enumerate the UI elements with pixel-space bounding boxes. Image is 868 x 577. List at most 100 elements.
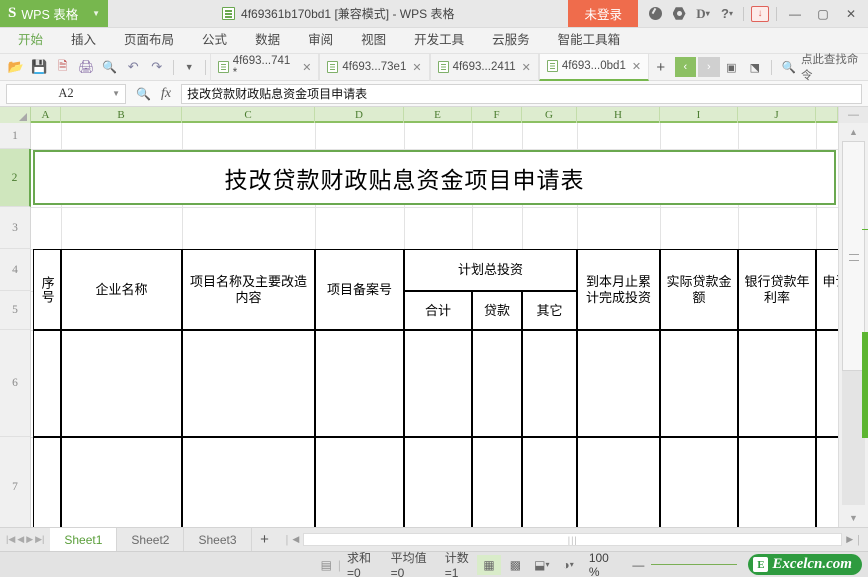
table-row[interactable] — [182, 437, 315, 527]
new-file-tab-button[interactable]: + — [649, 54, 673, 81]
maximize-button[interactable]: ▢ — [810, 0, 836, 28]
table-row[interactable] — [472, 437, 522, 527]
zoom-level[interactable]: 100 % — [583, 551, 626, 577]
column-header-c[interactable]: C — [182, 107, 315, 123]
table-header-actual-loan[interactable]: 实际贷款金额 — [660, 249, 738, 330]
share-icon[interactable]: ⬔ — [743, 55, 767, 79]
column-header-b[interactable]: B — [61, 107, 182, 123]
download-icon[interactable]: ↓ — [749, 0, 771, 28]
login-button[interactable]: 未登录 — [568, 0, 638, 27]
scroll-up-icon[interactable]: ▲ — [839, 123, 868, 141]
zoom-out-button[interactable]: — — [628, 558, 648, 572]
close-icon[interactable]: ✕ — [632, 60, 641, 73]
column-header-g[interactable]: G — [522, 107, 577, 123]
table-row[interactable] — [738, 330, 816, 437]
table-row[interactable] — [472, 330, 522, 437]
table-row[interactable] — [577, 437, 660, 527]
command-search[interactable]: 🔍 点此查找命令 — [782, 51, 868, 83]
ribbon-tab-developer[interactable]: 开发工具 — [400, 26, 478, 53]
page-break-icon[interactable]: ⬓▾ — [530, 555, 553, 575]
row-header-1[interactable]: 1 — [0, 123, 31, 149]
ribbon-tab-home[interactable]: 开始 — [4, 26, 57, 53]
table-row[interactable] — [33, 330, 61, 437]
save-icon[interactable]: 💾 — [28, 55, 52, 79]
file-tab-3[interactable]: 4f693...2411 ✕ — [430, 54, 539, 81]
column-header-d[interactable]: D — [315, 107, 404, 123]
close-button[interactable]: ✕ — [838, 0, 864, 28]
file-tab-4[interactable]: 4f693...0bd1 ✕ — [539, 54, 649, 81]
ribbon-tab-formula[interactable]: 公式 — [188, 26, 241, 53]
row-header-2[interactable]: 2 — [0, 149, 31, 207]
vertical-scrollbar[interactable]: — ▲ ▼ — [838, 107, 868, 527]
ribbon-tab-data[interactable]: 数据 — [241, 26, 294, 53]
sheet-tab-sheet2[interactable]: Sheet2 — [117, 528, 184, 551]
column-header-k[interactable] — [816, 107, 838, 123]
table-header-planned-other[interactable]: 其它 — [522, 291, 577, 330]
table-row[interactable] — [315, 437, 404, 527]
ribbon-tab-cloud[interactable]: 云服务 — [478, 26, 544, 53]
close-icon[interactable]: ✕ — [302, 61, 311, 74]
table-header-planned-sum[interactable]: 合计 — [404, 291, 472, 330]
table-row[interactable] — [61, 330, 182, 437]
customize-dropdown-icon[interactable]: ▼ — [177, 55, 201, 79]
table-row[interactable] — [182, 330, 315, 437]
badge-icon[interactable] — [668, 0, 690, 28]
sheet-title-cell[interactable]: 技改贷款财政贴息资金项目申请表 — [33, 150, 836, 205]
horizontal-scrollbar[interactable]: | ◀ ||| ▶ | — [278, 528, 868, 551]
table-row[interactable] — [404, 330, 472, 437]
table-header-bank-rate[interactable]: 银行贷款年利率 — [738, 249, 816, 330]
tab-next-button[interactable]: › — [698, 57, 720, 77]
reading-mode-icon[interactable]: ◑▾ — [556, 555, 579, 575]
table-row[interactable] — [33, 437, 61, 527]
sheet-tab-sheet3[interactable]: Sheet3 — [184, 528, 251, 551]
export-pdf-icon[interactable]: 🗎 — [51, 55, 75, 79]
scroll-track[interactable] — [842, 141, 865, 505]
page-layout-icon[interactable]: ▩ — [504, 555, 527, 575]
select-all-corner[interactable] — [0, 107, 31, 123]
presentation-icon[interactable]: ▣ — [720, 55, 744, 79]
file-tab-1[interactable]: 4f693...741 * ✕ — [210, 54, 319, 81]
insert-function-icon[interactable]: fx — [161, 86, 171, 102]
row-header-4[interactable]: 4 — [0, 249, 31, 291]
table-row[interactable] — [738, 437, 816, 527]
name-box[interactable]: A2 ▼ — [6, 84, 126, 104]
ribbon-tab-view[interactable]: 视图 — [347, 26, 400, 53]
table-row[interactable] — [404, 437, 472, 527]
table-header-planned-loan[interactable]: 贷款 — [472, 291, 522, 330]
ribbon-tab-review[interactable]: 审阅 — [294, 26, 347, 53]
row-header-3[interactable]: 3 — [0, 207, 31, 249]
last-sheet-icon[interactable]: ▶| — [35, 534, 44, 545]
hscroll-thumb[interactable]: ||| — [303, 533, 842, 546]
prev-sheet-icon[interactable]: ◀ — [17, 534, 24, 545]
add-sheet-button[interactable]: + — [252, 528, 278, 551]
chevron-down-icon[interactable]: ▼ — [112, 89, 120, 98]
stats-config-icon[interactable]: ▤ — [315, 558, 338, 572]
zoom-slider[interactable] — [651, 564, 741, 565]
table-header-planned-total[interactable]: 计划总投资 — [404, 249, 577, 291]
help-icon[interactable]: ?▾ — [716, 0, 738, 28]
table-header-record-no[interactable]: 项目备案号 — [315, 249, 404, 330]
table-row[interactable] — [61, 437, 182, 527]
cell-area[interactable]: 技改贷款财政贴息资金项目申请表 序号 企业名称 项目名称及主要改造内容 项目备案… — [31, 123, 838, 527]
formula-input[interactable]: 技改贷款财政贴息资金项目申请表 — [181, 84, 862, 104]
tab-prev-button[interactable]: ‹ — [675, 57, 697, 77]
split-handle-icon[interactable]: — — [839, 107, 868, 123]
table-row[interactable] — [315, 330, 404, 437]
open-folder-icon[interactable]: 📂 — [4, 55, 28, 79]
table-row[interactable] — [660, 330, 738, 437]
table-header-company[interactable]: 企业名称 — [61, 249, 182, 330]
first-sheet-icon[interactable]: |◀ — [6, 534, 15, 545]
ribbon-tab-page-layout[interactable]: 页面布局 — [110, 26, 188, 53]
scroll-down-icon[interactable]: ▼ — [839, 509, 868, 527]
hscroll-left-icon[interactable]: ◀ — [292, 534, 299, 545]
ribbon-tab-smart-toolbox[interactable]: 智能工具箱 — [544, 26, 635, 53]
print-preview-icon[interactable]: 🔍 — [98, 55, 122, 79]
close-icon[interactable]: ✕ — [522, 61, 531, 74]
table-header-project-name[interactable]: 项目名称及主要改造内容 — [182, 249, 315, 330]
table-row[interactable] — [522, 330, 577, 437]
redo-icon[interactable]: ↷ — [145, 55, 169, 79]
ribbon-tab-insert[interactable]: 插入 — [57, 26, 110, 53]
file-tab-2[interactable]: 4f693...73e1 ✕ — [319, 54, 429, 81]
chevron-down-icon[interactable]: ▼ — [92, 9, 100, 18]
compass-icon[interactable] — [644, 0, 666, 28]
